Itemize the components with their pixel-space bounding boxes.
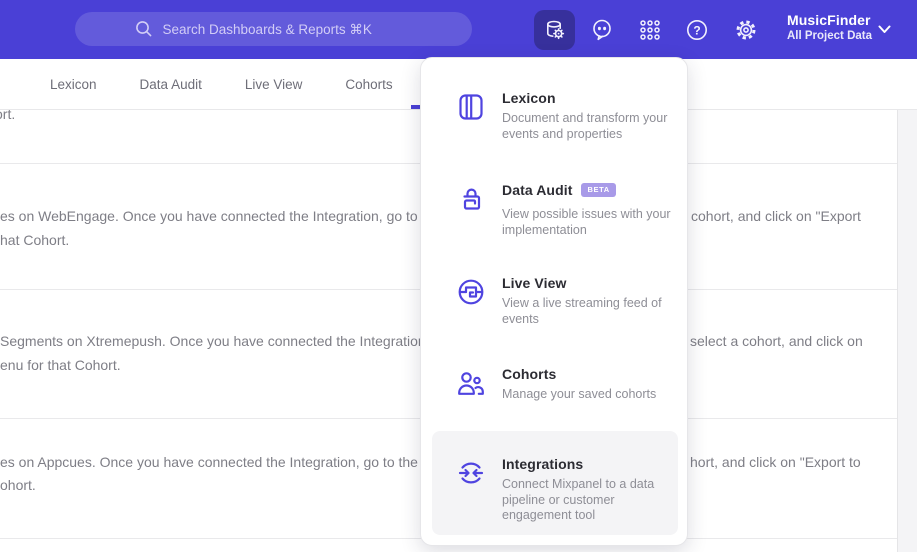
menu-item-desc: View possible issues with your implement… — [502, 207, 671, 237]
menu-item-text: Live View View a live streaming feed of … — [502, 275, 682, 327]
menu-item-text: Cohorts Manage your saved cohorts — [502, 366, 686, 403]
tab-data-audit[interactable]: Data Audit — [140, 77, 202, 92]
lexicon-icon — [459, 94, 483, 120]
feedback-icon — [593, 19, 611, 41]
menu-item-cohorts[interactable]: Cohorts Manage your saved cohorts — [456, 366, 673, 403]
data-audit-icon — [463, 188, 481, 210]
menu-item-title: Live View — [502, 275, 567, 291]
content-fragment: es on Appcues. Once you have connected t… — [0, 454, 434, 470]
content-fragment: Segments on Xtremepush. Once you have co… — [0, 333, 430, 349]
menu-item-data-audit[interactable]: Data Audit BETA View possible issues wit… — [456, 182, 673, 238]
project-name: MusicFinder — [787, 12, 871, 28]
menu-item-title: Lexicon — [502, 90, 556, 106]
search-bar[interactable] — [75, 12, 472, 46]
data-management-button[interactable] — [534, 10, 575, 50]
integrations-icon — [458, 462, 484, 484]
apps-grid-icon — [640, 20, 660, 40]
tab-live-view[interactable]: Live View — [245, 77, 303, 92]
live-view-icon — [458, 279, 484, 305]
menu-item-desc: Manage your saved cohorts — [502, 387, 657, 401]
menu-item-title: Integrations — [502, 456, 584, 472]
content-fragment: enu for that Cohort. — [0, 357, 121, 373]
menu-item-title: Data Audit — [502, 182, 573, 198]
apps-button[interactable] — [638, 18, 662, 42]
menu-item-integrations[interactable]: Integrations Connect Mixpanel to a data … — [456, 456, 673, 524]
content-fragment: cohort, and click on "Export — [691, 208, 861, 224]
beta-badge: BETA — [581, 183, 616, 197]
settings-button[interactable] — [734, 18, 758, 42]
data-management-icon — [546, 20, 564, 40]
nav-dropdown-menu: Lexicon Document and transform your even… — [420, 57, 688, 546]
svg-text:?: ? — [693, 24, 700, 38]
menu-item-desc: Document and transform your events and p… — [502, 111, 668, 141]
active-tab-underline — [411, 105, 420, 109]
content-fragment: es on WebEngage. Once you have connected… — [0, 208, 442, 224]
project-scope: All Project Data — [787, 30, 872, 42]
content-fragment: hat Cohort. — [0, 232, 70, 248]
content-fragment: hort, and click on "Export to — [690, 454, 861, 470]
project-switcher[interactable]: MusicFinder All Project Data — [787, 13, 872, 43]
feedback-button[interactable] — [590, 18, 614, 42]
top-nav-bar: ? MusicFinder All Project Data — [0, 0, 917, 59]
scrollbar-track[interactable] — [897, 110, 917, 552]
menu-item-title: Cohorts — [502, 366, 557, 382]
menu-item-text: Lexicon Document and transform your even… — [502, 90, 668, 142]
search-input[interactable] — [162, 21, 413, 37]
help-icon: ? — [687, 20, 707, 40]
menu-item-text: Integrations Connect Mixpanel to a data … — [502, 456, 674, 524]
search-icon — [135, 21, 151, 37]
menu-item-desc: Connect Mixpanel to a data pipeline or c… — [502, 477, 655, 522]
chevron-down-icon[interactable] — [878, 25, 891, 34]
menu-item-desc: View a live streaming feed of events — [502, 296, 662, 326]
menu-item-lexicon[interactable]: Lexicon Document and transform your even… — [456, 90, 673, 142]
help-button[interactable]: ? — [685, 18, 709, 42]
settings-icon — [736, 20, 756, 40]
menu-item-text: Data Audit BETA View possible issues wit… — [502, 182, 686, 238]
menu-item-live-view[interactable]: Live View View a live streaming feed of … — [456, 275, 673, 327]
tab-cohorts[interactable]: Cohorts — [345, 77, 392, 92]
content-fragment: ohort. — [0, 477, 36, 493]
tab-lexicon[interactable]: Lexicon — [50, 77, 97, 92]
cohorts-icon — [458, 372, 484, 395]
content-fragment: select a cohort, and click on — [690, 333, 863, 349]
